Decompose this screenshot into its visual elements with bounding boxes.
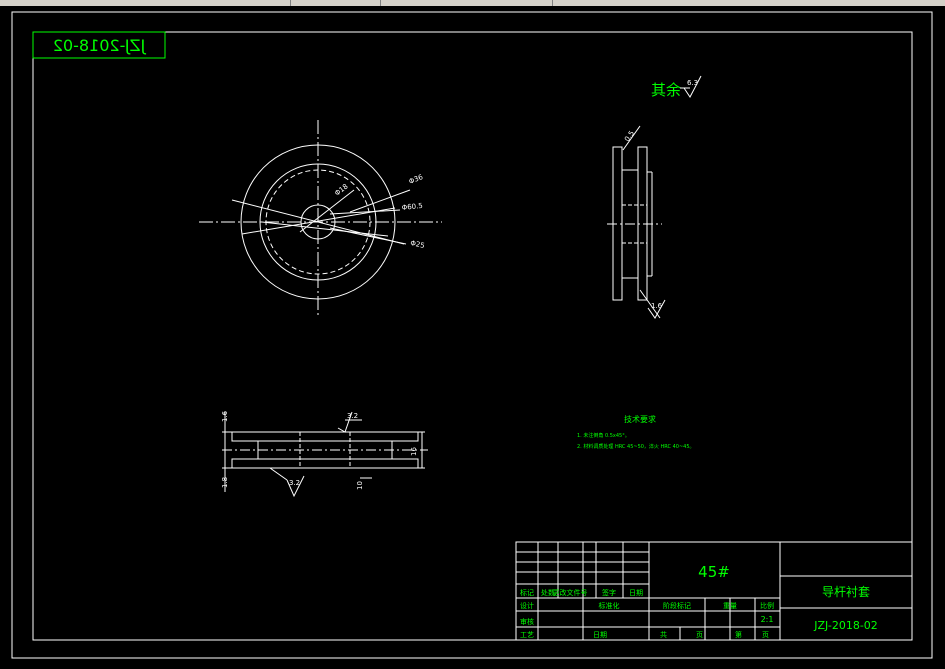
part-name: 导杆衬套 (822, 585, 870, 599)
dim-bottom-right: 10 (356, 481, 364, 490)
tech-item-1: 1. 未注倒角 0.5x45°。 (577, 432, 630, 439)
stage-weight: 重量 (723, 602, 737, 610)
row-process: 工艺 (520, 631, 534, 639)
roughness-note: 其余 6.3 (651, 75, 702, 99)
hdr-mark: 标记 (520, 588, 534, 597)
row-date: 日期 (593, 631, 607, 639)
row-design: 设计 (520, 601, 534, 610)
dim-bottom-left-top: 1.6 (221, 410, 229, 422)
dim-bottom-rough-top: 3.2 (347, 412, 358, 420)
dim-d4: Φ25 (410, 239, 426, 250)
scale: 2:1 (761, 615, 774, 624)
dim-bottom-rough-bot: 3.2 (289, 479, 300, 487)
sheet-num: 第 (735, 630, 742, 639)
dim-side-chamfer: 0.5 (623, 129, 636, 143)
outer-frame (11, 11, 933, 659)
dim-side-rough: 1.6 (651, 302, 663, 310)
dim-d3: Φ60.5 (401, 202, 423, 212)
stage-mark: 阶段标记 (663, 601, 691, 610)
sheet-page: 页 (696, 631, 703, 639)
hdr-sign: 签字 (602, 588, 616, 597)
row-standard: 标准化 (599, 601, 620, 610)
dim-d1: Φ36 (408, 173, 425, 186)
hdr-date: 日期 (629, 589, 643, 597)
cad-drawing-canvas: JZJ-2018-02 其余 6.3 Φ36 Φ18 Φ60.5 Φ25 0.5… (11, 11, 933, 659)
tech-item-2: 2. 材料调质处理 HRC 45~50，淬火 HRC 40~45。 (577, 443, 695, 450)
material: 45# (698, 563, 730, 581)
roughness-label: 其余 (651, 81, 681, 99)
bottom-view (222, 411, 428, 498)
tech-title: 技术要求 (624, 414, 656, 424)
roughness-value: 6.3 (687, 79, 698, 87)
title-block-text: 45# 导杆衬套 JZJ-2018-02 2:1 标记 处数 更改文件号 签字 … (520, 563, 878, 639)
drawing-number: JZJ-2018-02 (813, 619, 878, 632)
row-review: 审核 (520, 617, 534, 626)
sheet-total: 共 (660, 630, 667, 639)
dim-bottom-height: 16 (410, 447, 418, 456)
tech-requirements: 技术要求 1. 未注倒角 0.5x45°。 2. 材料调质处理 HRC 45~5… (577, 414, 695, 450)
hdr-file: 更改文件号 (553, 588, 588, 597)
dim-bottom-left-bot: 1.8 (221, 477, 229, 488)
side-view (607, 125, 666, 319)
mirrored-drawing-number: JZJ-2018-02 (53, 36, 146, 55)
mirrored-number-box: JZJ-2018-02 (32, 31, 166, 59)
front-view (199, 120, 442, 318)
sheet-page2: 页 (762, 631, 769, 639)
stage-scale: 比例 (760, 601, 774, 610)
